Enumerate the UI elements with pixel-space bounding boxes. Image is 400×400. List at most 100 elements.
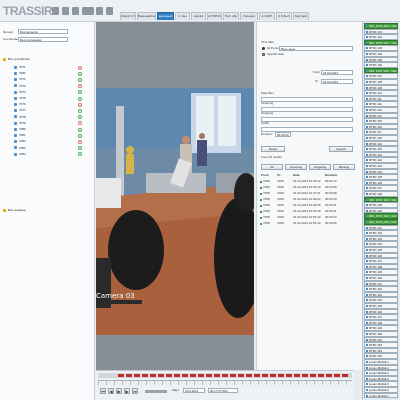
- device-label: RTSP-124: [369, 169, 383, 174]
- table-cell: 01.04.2013 10:45:22: [293, 179, 321, 183]
- camera-item[interactable]: 7073: [14, 84, 26, 89]
- camera-item[interactable]: 7082: [14, 139, 26, 144]
- tab-2[interactable]: Видеонаблю: [137, 12, 156, 20]
- to-date-input[interactable]: 01.04.2013: [321, 79, 353, 84]
- camera-item[interactable]: 7074: [14, 90, 26, 95]
- grid-icon[interactable]: [52, 7, 59, 15]
- camera-item[interactable]: 7071: [14, 65, 26, 70]
- filter-select[interactable]: Без фильтра: [18, 29, 68, 34]
- camera-item[interactable]: 7072: [14, 77, 26, 82]
- sort-select[interactable]: Без сортировки: [18, 37, 68, 42]
- tab-6[interactable]: 2.5 ПРОС: [207, 12, 222, 20]
- all-period-radio[interactable]: [262, 47, 265, 50]
- table-row[interactable]: 7068 7069 01.04.2013 10:54:40 00:00:05: [259, 221, 355, 227]
- column-header[interactable]: Duration: [325, 173, 337, 178]
- tab-11[interactable]: Настрой: [293, 12, 309, 20]
- table-cell: 01.04.2013 10:53:42: [293, 215, 321, 219]
- skip-back-button[interactable]: ⏮: [100, 388, 106, 394]
- date-filter-input[interactable]: [261, 97, 353, 102]
- tree-footer-node[interactable]: Все серверы: [8, 208, 26, 213]
- column-header[interactable]: Date: [293, 173, 300, 178]
- folder-icon: [3, 58, 6, 61]
- tree-root[interactable]: Все устройства: [8, 57, 29, 62]
- reset-button[interactable]: Reset: [261, 146, 285, 152]
- video-viewport[interactable]: Camera 03: [96, 88, 254, 335]
- archive-icon[interactable]: [96, 7, 103, 15]
- speed-slider[interactable]: [145, 390, 167, 393]
- period-select[interactable]: Весь день: [279, 46, 353, 51]
- search-button[interactable]: Search: [329, 146, 353, 152]
- device-icon: [366, 170, 368, 173]
- tab-7[interactable]: Пост.обр: [223, 12, 239, 20]
- camera-item[interactable]: 7080: [14, 127, 26, 132]
- camera-item[interactable]: 7083: [14, 146, 26, 151]
- camera-item[interactable]: 7078: [14, 115, 26, 120]
- duration-input[interactable]: 00:00:00: [275, 132, 291, 137]
- step-back-button[interactable]: ◀: [108, 388, 114, 394]
- table-cell: 7069: [277, 179, 284, 183]
- tab-9[interactable]: 2.3 ART: [259, 12, 275, 20]
- device-icon: [366, 333, 368, 335]
- camera-item[interactable]: 7076: [14, 102, 26, 107]
- timeline-scale: [98, 380, 352, 385]
- tab-5[interactable]: морф2: [191, 12, 206, 20]
- camera-label: 7081: [19, 71, 26, 76]
- timeline-date[interactable]: 3.04.2013: [183, 388, 205, 393]
- date-filter-heading: Date filter: [261, 91, 274, 95]
- from-date-input[interactable]: 01.04.2013: [321, 70, 353, 75]
- camera-item[interactable]: 7075: [14, 96, 26, 101]
- column-header[interactable]: From: [261, 173, 269, 178]
- result-filter-tab[interactable]: Missing: [333, 164, 355, 170]
- device-label: RTSP-137: [369, 259, 383, 264]
- status-indicator-icon: [78, 96, 82, 101]
- table-cell: 00:00:09: [325, 185, 337, 189]
- call-status-icon: [260, 210, 262, 213]
- settings-icon[interactable]: [72, 7, 79, 15]
- camera-label: 7075: [19, 96, 26, 100]
- tab-4[interactable]: 3. Fee: [175, 12, 190, 20]
- result-filter-tab[interactable]: Outgoing: [309, 164, 331, 170]
- step-forward-button[interactable]: ▶: [124, 388, 130, 394]
- device-icon: [366, 148, 368, 151]
- device-label: RTSP-121: [369, 152, 383, 157]
- tab-3[interactable]: архивный: [157, 12, 174, 20]
- layout-icon[interactable]: [62, 7, 69, 15]
- camera-item[interactable]: 7079: [14, 121, 26, 126]
- table-cell: 7069: [277, 203, 284, 207]
- camera-label: 7072: [19, 77, 26, 82]
- result-filter-tab[interactable]: Incoming: [285, 164, 307, 170]
- skip-forward-button[interactable]: ⏭: [132, 388, 138, 394]
- archive-timeline[interactable]: [96, 370, 354, 400]
- camera-item[interactable]: 7084: [14, 152, 26, 157]
- camera-item[interactable]: 7081: [14, 133, 26, 138]
- device-list-item[interactable]: Lenan-Мобай-7: [364, 392, 398, 399]
- status-indicator-icon: [78, 133, 82, 138]
- device-icon: [366, 25, 368, 27]
- camera-label: 7077: [19, 108, 26, 113]
- result-filter-tab[interactable]: All: [261, 164, 283, 170]
- device-label: RTSP-152: [369, 343, 383, 348]
- outgoing-input[interactable]: [261, 117, 353, 122]
- incoming-input[interactable]: [261, 107, 353, 112]
- device-icon: [366, 271, 368, 274]
- timeline-time[interactable]: 00:17:27.062: [208, 388, 238, 393]
- tab-1[interactable]: Морф 3.3: [120, 12, 136, 20]
- tab-8[interactable]: Галерея: [240, 12, 258, 20]
- camera-item[interactable]: 7077: [14, 108, 26, 113]
- table-cell: 00:00:10: [325, 215, 337, 219]
- device-icon: [366, 159, 368, 162]
- device-icon: [366, 215, 368, 218]
- device-icon: [366, 114, 368, 117]
- window-icon[interactable]: [106, 7, 113, 15]
- table-cell: 7068: [263, 191, 270, 195]
- tab-10[interactable]: 2.5 Выб: [276, 12, 292, 20]
- camera-item[interactable]: 7081: [14, 71, 26, 76]
- column-header[interactable]: To: [277, 173, 280, 178]
- device-icon: [366, 75, 368, 78]
- results-title: Found 8 results: [261, 155, 282, 159]
- play-button[interactable]: ▶: [116, 388, 122, 394]
- device-label: RTSP-145: [369, 304, 383, 308]
- specific-date-radio[interactable]: [262, 53, 265, 56]
- table-cell: 00:00:11: [325, 209, 337, 213]
- screen-selector-icon[interactable]: [82, 7, 94, 15]
